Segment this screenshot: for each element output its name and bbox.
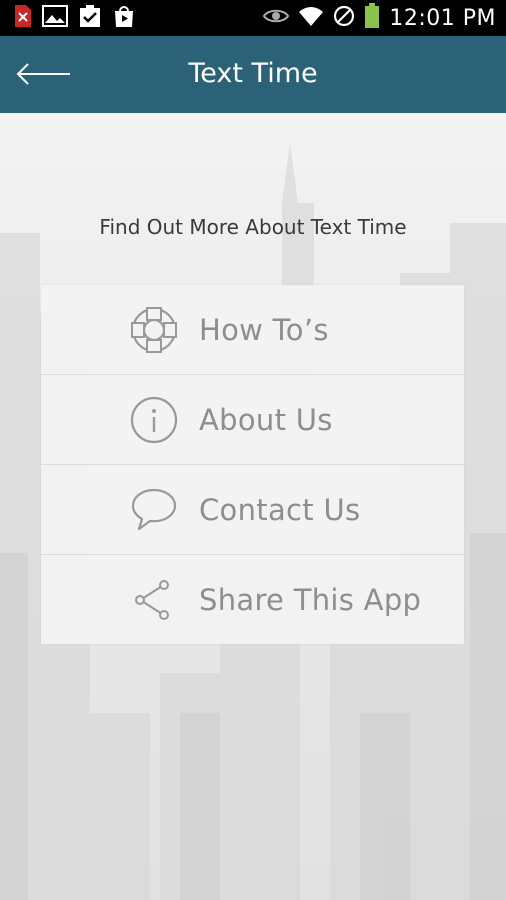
lifebuoy-icon (129, 305, 179, 355)
menu-item-share-this-app[interactable]: Share This App (41, 555, 464, 644)
menu-item-about-us[interactable]: About Us (41, 375, 464, 465)
battery-icon (364, 3, 380, 33)
eye-icon (263, 7, 290, 29)
menu-item-label: About Us (199, 402, 333, 437)
clipboard-check-icon (78, 4, 102, 32)
image-icon (42, 5, 68, 31)
status-bar: 12:01 PM (0, 0, 506, 36)
menu-item-label: Share This App (199, 582, 422, 617)
wifi-icon (298, 5, 324, 31)
menu-item-how-tos[interactable]: How To’s (41, 285, 464, 375)
page-title: Text Time (188, 58, 318, 89)
speech-bubble-icon (129, 485, 179, 535)
notification-icons (0, 4, 136, 32)
city-background: Find Out More About Text Time How To’s A… (0, 113, 506, 900)
menu-item-label: Contact Us (199, 492, 361, 527)
menu-item-label: How To’s (199, 312, 329, 347)
menu-item-contact-us[interactable]: Contact Us (41, 465, 464, 555)
pdf-error-icon (14, 4, 32, 32)
info-icon (129, 395, 179, 445)
menu-list: How To’s About Us Contact Us Share This … (41, 285, 464, 644)
clock: 12:01 PM (389, 5, 496, 31)
shopping-bag-icon (112, 4, 136, 32)
system-icons: 12:01 PM (263, 3, 506, 33)
no-sim-icon (333, 5, 355, 31)
intro-text: Find Out More About Text Time (99, 215, 407, 239)
share-icon (129, 575, 179, 625)
app-bar: Text Time (0, 36, 506, 113)
